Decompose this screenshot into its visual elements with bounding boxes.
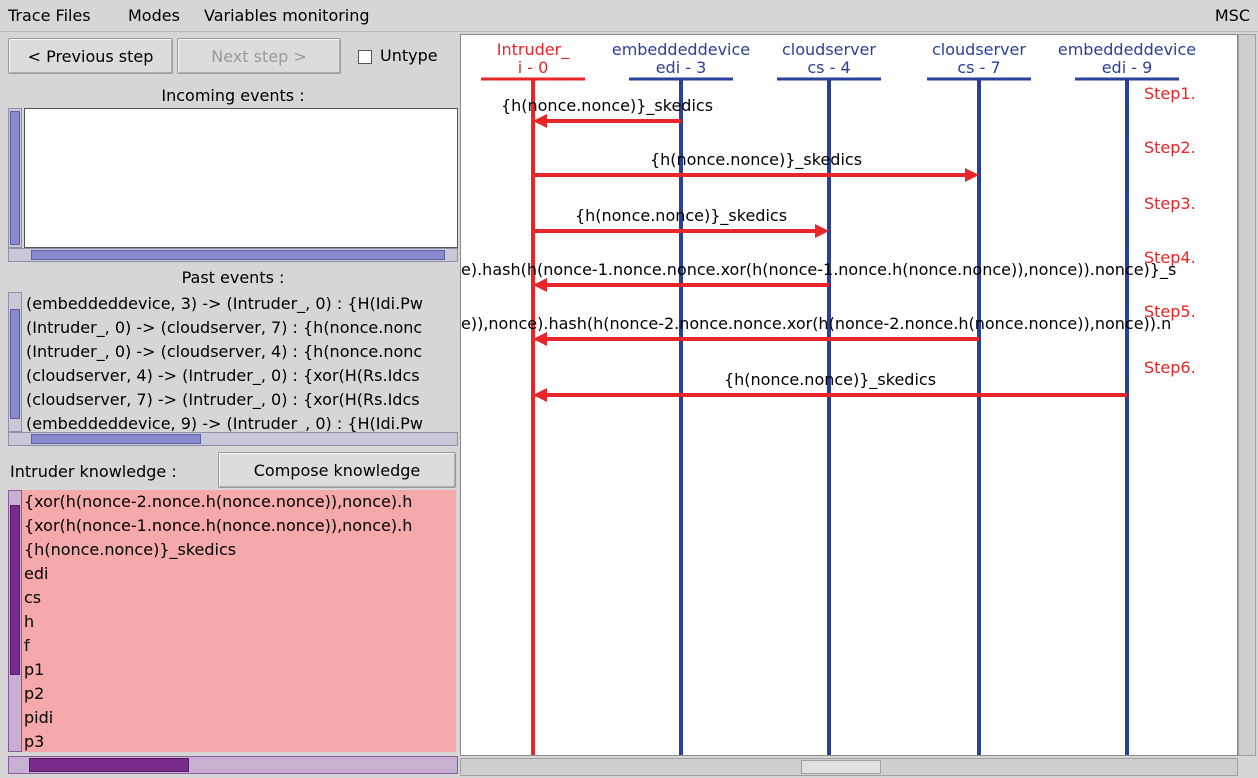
menu-trace-files[interactable]: Trace Files <box>8 6 91 25</box>
menu-variables-monitoring[interactable]: Variables monitoring <box>204 6 370 25</box>
incoming-events-hscroll[interactable] <box>8 248 458 262</box>
incoming-events-label: Incoming events : <box>161 86 305 105</box>
lifeline-name: embeddeddevice <box>612 40 750 59</box>
arrow-head <box>533 388 547 402</box>
menu-bar: Trace Files Modes Variables monitoring M… <box>0 0 1258 32</box>
intruder-knowledge-hscroll[interactable] <box>8 756 458 774</box>
step-label: Step6. <box>1144 358 1196 377</box>
message-label: {h(nonce.nonce)}_skedics <box>650 150 862 170</box>
intruder-knowledge-list[interactable]: {xor(h(nonce-2.nonce.h(nonce.nonce)),non… <box>22 490 456 752</box>
arrow-head <box>965 168 979 182</box>
msc-canvas: Intruder_i - 0embeddeddeviceedi - 3cloud… <box>461 40 1196 755</box>
list-item[interactable]: {xor(h(nonce-1.nonce.h(nonce.nonce)),non… <box>24 514 412 538</box>
arrow-head <box>533 332 547 346</box>
msc-title: MSC <box>1214 6 1250 25</box>
message-label: e)),nonce).hash(h(nonce-2.nonce.nonce.xo… <box>461 314 1171 333</box>
intruder-knowledge-vscroll[interactable] <box>8 490 22 752</box>
incoming-events-vscroll[interactable] <box>8 108 22 248</box>
scroll-thumb[interactable] <box>29 758 189 772</box>
message-label: {h(nonce.nonce)}_skedics <box>575 206 787 226</box>
past-events-list[interactable]: (embeddeddevice, 3) -> (Intruder_, 0) : … <box>24 292 458 432</box>
lifeline-id: cs - 7 <box>957 58 1000 77</box>
arrow-head <box>533 278 547 292</box>
lifeline-name: cloudserver <box>782 40 876 59</box>
lifeline-id: edi - 9 <box>1102 58 1153 77</box>
compose-knowledge-button[interactable]: Compose knowledge <box>218 452 456 488</box>
lifeline-id: i - 0 <box>518 58 549 77</box>
past-events-label: Past events : <box>181 268 285 287</box>
menu-modes[interactable]: Modes <box>128 6 180 25</box>
message-label: e).hash(h(nonce-1.nonce.nonce.xor(h(nonc… <box>461 260 1176 280</box>
incoming-events-list[interactable] <box>24 108 458 248</box>
step-label: Step1. <box>1144 84 1196 103</box>
next-step-button[interactable]: Next step > <box>177 38 341 74</box>
list-item[interactable]: cs <box>24 586 41 610</box>
scroll-thumb[interactable] <box>31 434 201 444</box>
list-item[interactable]: (Intruder_, 0) -> (cloudserver, 7) : {h(… <box>26 316 454 340</box>
lifeline-id: edi - 3 <box>656 58 707 77</box>
previous-step-button[interactable]: < Previous step <box>8 38 173 74</box>
past-events-hscroll[interactable] <box>8 432 458 446</box>
msc-diagram[interactable]: Intruder_ i - 0 embeddeddevice edi - 3 cloud… <box>460 34 1238 756</box>
list-item[interactable]: p1 <box>24 658 44 682</box>
lifeline-name: embeddeddevice <box>1058 40 1196 59</box>
list-item[interactable]: edi <box>24 562 48 586</box>
msc-hscroll[interactable] <box>460 758 1238 776</box>
untype-checkbox[interactable] <box>358 50 372 64</box>
list-item[interactable]: (cloudserver, 7) -> (Intruder_, 0) : {xo… <box>26 388 454 412</box>
untype-label: Untype <box>380 46 438 65</box>
list-item[interactable]: p2 <box>24 682 44 706</box>
lifeline-name: Intruder_ <box>497 40 570 60</box>
list-item[interactable]: f <box>24 634 30 658</box>
scroll-thumb[interactable] <box>10 505 20 675</box>
list-item[interactable]: (Intruder_, 0) -> (cloudserver, 4) : {h(… <box>26 340 454 364</box>
arrow-head <box>815 224 829 238</box>
list-item[interactable]: {xor(h(nonce-2.nonce.h(nonce.nonce)),non… <box>24 490 412 514</box>
arrow-head <box>533 114 547 128</box>
list-item[interactable]: p3 <box>24 730 44 752</box>
scroll-thumb[interactable] <box>10 111 20 245</box>
step-label: Step3. <box>1144 194 1196 213</box>
list-item[interactable]: (embeddeddevice, 3) -> (Intruder_, 0) : … <box>26 292 454 316</box>
msc-vscroll[interactable] <box>1238 34 1256 756</box>
lifeline-name: cloudserver <box>932 40 1026 59</box>
intruder-knowledge-label: Intruder knowledge : <box>10 462 177 481</box>
message-label: {h(nonce.nonce)}_skedics <box>724 370 936 390</box>
scroll-thumb[interactable] <box>801 760 881 774</box>
step-label: Step2. <box>1144 138 1196 157</box>
past-events-vscroll[interactable] <box>8 292 22 432</box>
list-item[interactable]: {h(nonce.nonce)}_skedics <box>24 538 236 562</box>
scroll-thumb[interactable] <box>31 250 445 260</box>
list-item[interactable]: (embeddeddevice, 9) -> (Intruder_, 0) : … <box>26 412 454 432</box>
message-label: {h(nonce.nonce)}_skedics <box>501 96 713 116</box>
list-item[interactable]: pidi <box>24 706 53 730</box>
list-item[interactable]: (cloudserver, 4) -> (Intruder_, 0) : {xo… <box>26 364 454 388</box>
list-item[interactable]: h <box>24 610 34 634</box>
lifeline-id: cs - 4 <box>807 58 850 77</box>
scroll-thumb[interactable] <box>10 309 20 419</box>
